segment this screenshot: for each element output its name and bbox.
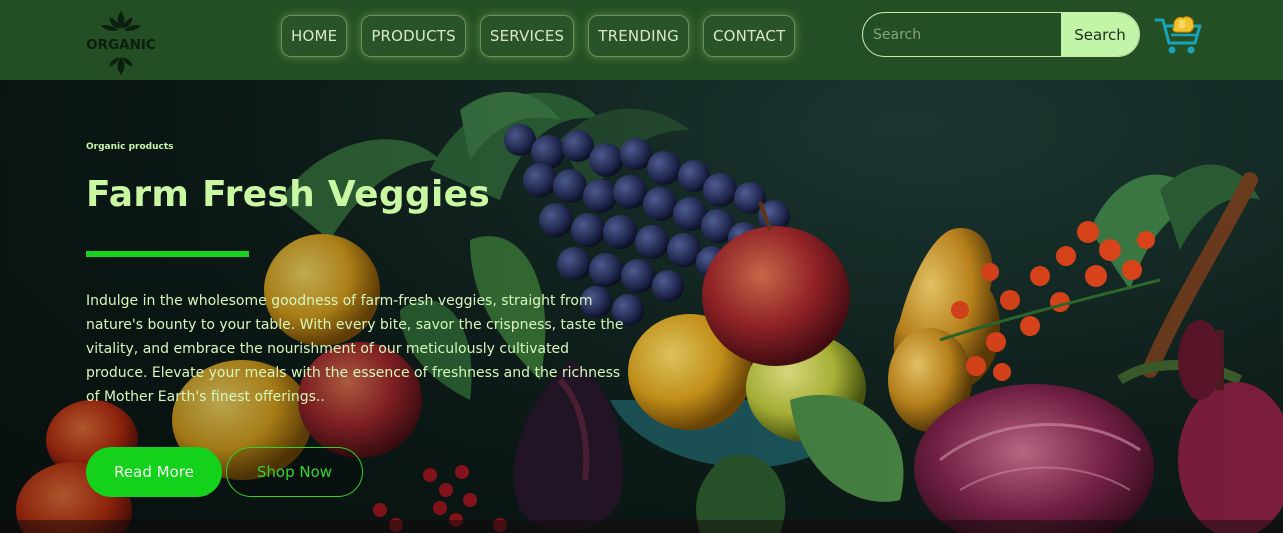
nav-home[interactable]: HOME xyxy=(281,15,348,57)
organic-logo[interactable]: ORGANIC xyxy=(84,10,158,76)
shop-now-button[interactable]: Shop Now xyxy=(226,447,363,497)
read-more-button[interactable]: Read More xyxy=(86,447,222,497)
search-input[interactable] xyxy=(863,13,1061,56)
hero-eyebrow: Organic products xyxy=(86,142,174,152)
nav-contact[interactable]: CONTACT xyxy=(702,15,796,57)
hero-title: Farm Fresh Veggies xyxy=(86,174,491,215)
logo-text: ORGANIC xyxy=(86,37,156,53)
search-bar: Search xyxy=(862,12,1140,57)
hero-description: Indulge in the wholesome goodness of far… xyxy=(86,293,624,405)
main-nav: HOME PRODUCTS SERVICES TRENDING CONTACT xyxy=(281,15,796,57)
nav-services[interactable]: SERVICES xyxy=(479,15,575,57)
search-button[interactable]: Search xyxy=(1061,13,1139,56)
nav-trending[interactable]: TRENDING xyxy=(588,15,689,57)
hero-section: Organic products Farm Fresh Veggies Indu… xyxy=(0,80,1283,533)
nav-products[interactable]: PRODUCTS xyxy=(361,15,466,57)
title-underline xyxy=(86,251,249,257)
site-header: ORGANIC HOME PRODUCTS SERVICES TRENDING … xyxy=(0,0,1283,80)
shopping-cart-icon[interactable] xyxy=(1154,14,1204,56)
